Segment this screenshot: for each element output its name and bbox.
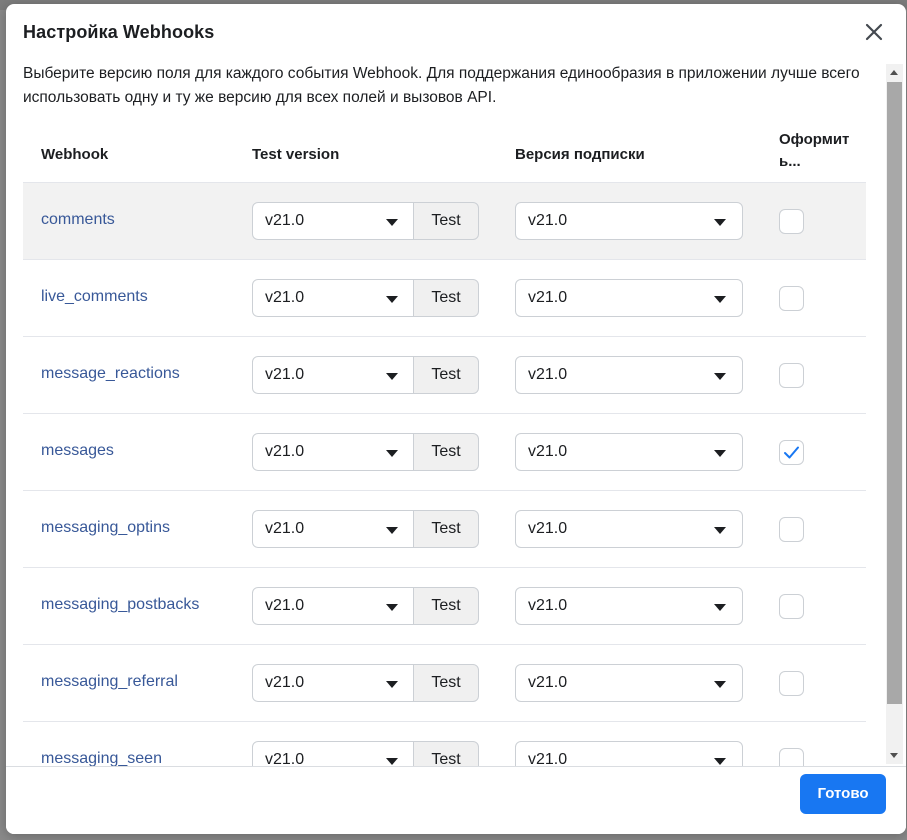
caret-down-icon: [386, 758, 398, 765]
test-version-select[interactable]: v21.0: [252, 741, 414, 766]
webhook-name-link[interactable]: messaging_optins: [41, 519, 170, 537]
header-subscription-version: Версия подписки: [515, 146, 645, 163]
test-version-value: v21.0: [265, 289, 305, 306]
caret-down-icon: [386, 219, 398, 226]
dialog-description: Выберите версию поля для каждого события…: [23, 65, 860, 106]
test-version-select[interactable]: v21.0: [252, 279, 414, 317]
table-row: messages v21.0 Test v21.0: [23, 413, 866, 491]
webhook-name-link[interactable]: messaging_referral: [41, 673, 178, 691]
test-version-select[interactable]: v21.0: [252, 356, 414, 394]
test-version-select[interactable]: v21.0: [252, 510, 414, 548]
table-row: messaging_postbacks v21.0 Test v21.0: [23, 567, 866, 645]
test-version-value: v21.0: [265, 443, 305, 460]
subscription-version-value: v21.0: [528, 751, 568, 766]
dialog-footer: Готово: [6, 766, 906, 834]
test-button[interactable]: Test: [413, 741, 479, 766]
caret-down-icon: [714, 219, 726, 226]
subscription-version-value: v21.0: [528, 289, 568, 306]
caret-down-icon: [714, 604, 726, 611]
test-version-value: v21.0: [265, 597, 305, 614]
format-checkbox[interactable]: [779, 209, 804, 234]
test-version-value: v21.0: [265, 674, 305, 691]
test-version-select[interactable]: v21.0: [252, 433, 414, 471]
subscription-version-value: v21.0: [528, 597, 568, 614]
table-header: Webhook Test version Версия подписки Офо…: [23, 116, 866, 182]
table-row: live_comments v21.0 Test v21.0: [23, 259, 866, 337]
done-button[interactable]: Готово: [800, 774, 886, 814]
caret-down-icon: [714, 681, 726, 688]
webhook-name-link[interactable]: messages: [41, 442, 114, 460]
test-button[interactable]: Test: [413, 433, 479, 471]
test-button[interactable]: Test: [413, 202, 479, 240]
table-row: messaging_referral v21.0 Test v21.0: [23, 644, 866, 722]
scroll-up-arrow-icon[interactable]: [890, 70, 898, 75]
test-version-value: v21.0: [265, 366, 305, 383]
subscription-version-select[interactable]: v21.0: [515, 356, 743, 394]
dialog-body[interactable]: Выберите версию поля для каждого события…: [6, 60, 906, 766]
webhook-name-link[interactable]: live_comments: [41, 288, 148, 306]
format-checkbox[interactable]: [779, 671, 804, 696]
test-version-value: v21.0: [265, 751, 305, 766]
subscription-version-value: v21.0: [528, 520, 568, 537]
vertical-scrollbar[interactable]: [886, 64, 903, 764]
webhook-name-link[interactable]: messaging_postbacks: [41, 596, 199, 614]
webhooks-settings-dialog: Настройка Webhooks Выберите версию поля …: [6, 4, 906, 834]
test-version-select[interactable]: v21.0: [252, 664, 414, 702]
caret-down-icon: [386, 604, 398, 611]
webhook-name-link[interactable]: comments: [41, 211, 115, 229]
format-checkbox[interactable]: [779, 594, 804, 619]
caret-down-icon: [386, 373, 398, 380]
test-version-select[interactable]: v21.0: [252, 587, 414, 625]
scroll-down-arrow-icon[interactable]: [890, 753, 898, 758]
dialog-header: Настройка Webhooks: [6, 4, 906, 60]
caret-down-icon: [714, 527, 726, 534]
close-icon: [865, 23, 883, 41]
scrollbar-thumb[interactable]: [887, 82, 902, 704]
checkmark-icon: [784, 446, 799, 459]
subscription-version-select[interactable]: v21.0: [515, 664, 743, 702]
caret-down-icon: [386, 681, 398, 688]
caret-down-icon: [714, 373, 726, 380]
close-button[interactable]: [862, 20, 886, 44]
table-row: messaging_optins v21.0 Test v21.0: [23, 490, 866, 568]
test-version-value: v21.0: [265, 212, 305, 229]
subscription-version-select[interactable]: v21.0: [515, 433, 743, 471]
webhook-name-link[interactable]: messaging_seen: [41, 750, 162, 766]
subscription-version-value: v21.0: [528, 674, 568, 691]
subscription-version-value: v21.0: [528, 366, 568, 383]
caret-down-icon: [386, 450, 398, 457]
test-button[interactable]: Test: [413, 356, 479, 394]
webhook-name-link[interactable]: message_reactions: [41, 365, 180, 383]
test-button[interactable]: Test: [413, 587, 479, 625]
subscription-version-select[interactable]: v21.0: [515, 510, 743, 548]
subscription-version-select[interactable]: v21.0: [515, 279, 743, 317]
test-version-value: v21.0: [265, 520, 305, 537]
format-checkbox[interactable]: [779, 517, 804, 542]
test-button[interactable]: Test: [413, 279, 479, 317]
table-row: message_reactions v21.0 Test v21.0: [23, 336, 866, 414]
subscription-version-select[interactable]: v21.0: [515, 741, 743, 766]
caret-down-icon: [714, 450, 726, 457]
dialog-title: Настройка Webhooks: [23, 22, 215, 42]
test-button[interactable]: Test: [413, 664, 479, 702]
format-checkbox[interactable]: [779, 286, 804, 311]
caret-down-icon: [714, 296, 726, 303]
table-row: messaging_seen v21.0 Test v21.0: [23, 721, 866, 766]
caret-down-icon: [714, 758, 726, 765]
test-version-select[interactable]: v21.0: [252, 202, 414, 240]
subscription-version-select[interactable]: v21.0: [515, 587, 743, 625]
subscription-version-value: v21.0: [528, 212, 568, 229]
format-checkbox[interactable]: [779, 748, 804, 766]
caret-down-icon: [386, 527, 398, 534]
caret-down-icon: [386, 296, 398, 303]
table-row: comments v21.0 Test v21.0: [23, 182, 866, 260]
format-checkbox[interactable]: [779, 363, 804, 388]
header-format: Оформит ь...: [779, 131, 850, 170]
test-button[interactable]: Test: [413, 510, 479, 548]
header-test-version: Test version: [252, 146, 340, 163]
subscription-version-value: v21.0: [528, 443, 568, 460]
header-webhook: Webhook: [41, 146, 109, 163]
format-checkbox[interactable]: [779, 440, 804, 465]
subscription-version-select[interactable]: v21.0: [515, 202, 743, 240]
